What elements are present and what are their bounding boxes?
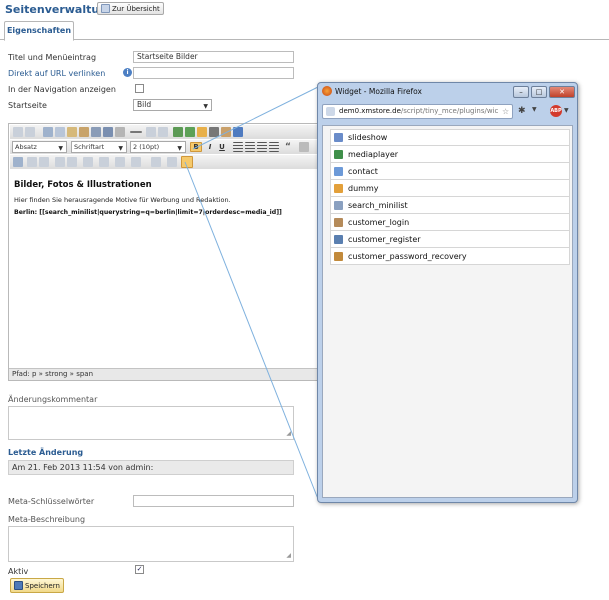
user-key-icon <box>334 251 343 261</box>
magnifier-icon <box>334 200 343 210</box>
url-bar[interactable]: dem0.xmstore.de/script/tiny_mce/plugins/… <box>322 104 513 119</box>
user-add-icon <box>334 234 343 244</box>
widget-item-label: slideshow <box>348 133 388 142</box>
chevron-down-icon[interactable]: ▼ <box>564 107 569 114</box>
callout-line-bottom <box>184 161 319 500</box>
door-icon <box>334 217 343 227</box>
adblock-icon[interactable]: ABP <box>550 105 562 117</box>
envelope-icon <box>334 166 343 176</box>
widget-popup-window: Widget - Mozilla Firefox – □ ✕ dem0.xmst… <box>317 82 578 503</box>
url-path: /script/tiny_mce/plugins/wic <box>400 107 499 115</box>
widget-item-label: mediaplayer <box>348 149 399 159</box>
popup-content: slideshow mediaplayer contact dummy search_m… <box>322 125 573 498</box>
popup-title: Widget - Mozilla Firefox <box>322 86 422 96</box>
star-icon[interactable]: ☆ <box>502 107 509 116</box>
widget-item-customer-register[interactable]: customer_register <box>330 231 570 248</box>
widget-item-customer-password-recovery[interactable]: customer_password_recovery <box>330 248 570 265</box>
widget-item-label: customer_password_recovery <box>348 251 467 261</box>
widget-item-customer-login[interactable]: customer_login <box>330 214 570 231</box>
widget-item-label: customer_register <box>348 234 421 244</box>
maximize-button[interactable]: □ <box>531 86 547 98</box>
widget-item-label: search_minilist <box>348 200 408 210</box>
widget-item-label: contact <box>348 166 378 176</box>
close-button[interactable]: ✕ <box>549 86 575 98</box>
widget-item-label: dummy <box>348 183 379 193</box>
slideshow-icon <box>334 133 343 142</box>
minimize-button[interactable]: – <box>513 86 529 98</box>
callout-line-top <box>192 86 319 150</box>
person-icon <box>334 183 343 193</box>
widget-item-slideshow[interactable]: slideshow <box>330 129 570 146</box>
popup-title-text: Widget - Mozilla Firefox <box>335 86 422 96</box>
widget-item-dummy[interactable]: dummy <box>330 180 570 197</box>
widget-item-contact[interactable]: contact <box>330 163 570 180</box>
url-host: dem0.xmstore.de <box>339 107 401 115</box>
widget-item-label: customer_login <box>348 217 410 227</box>
addon-icon[interactable]: ✱ <box>518 106 526 116</box>
widget-item-search-minilist[interactable]: search_minilist <box>330 197 570 214</box>
film-icon <box>334 149 343 159</box>
chevron-down-icon[interactable]: ▼ <box>532 106 537 113</box>
globe-icon <box>326 107 335 116</box>
firefox-icon <box>322 86 332 96</box>
widget-item-mediaplayer[interactable]: mediaplayer <box>330 146 570 163</box>
widget-list: slideshow mediaplayer contact dummy search_m… <box>330 129 570 265</box>
